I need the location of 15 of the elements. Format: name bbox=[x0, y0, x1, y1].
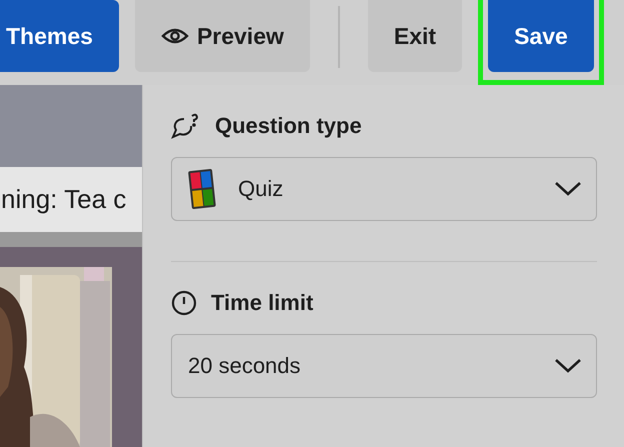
primary-button[interactable]: Save bbox=[488, 0, 594, 72]
chevron-down-icon bbox=[554, 181, 582, 197]
question-title: ning: Tea c bbox=[1, 184, 126, 215]
eye-icon bbox=[160, 27, 189, 45]
question-type-select[interactable]: Quiz bbox=[171, 157, 597, 221]
speech-bubble-question-icon bbox=[171, 113, 201, 139]
clock-icon bbox=[171, 290, 197, 316]
section-heading: Time limit bbox=[211, 290, 314, 316]
quiz-cards-icon bbox=[188, 168, 216, 210]
secondary-button[interactable]: Exit bbox=[368, 0, 462, 72]
section-heading: Question type bbox=[215, 113, 362, 139]
chevron-down-icon bbox=[554, 358, 582, 374]
primary-button[interactable]: Themes bbox=[0, 0, 119, 72]
time-limit-select[interactable]: 20 seconds bbox=[171, 334, 597, 398]
preview-button[interactable]: Preview bbox=[134, 0, 310, 72]
